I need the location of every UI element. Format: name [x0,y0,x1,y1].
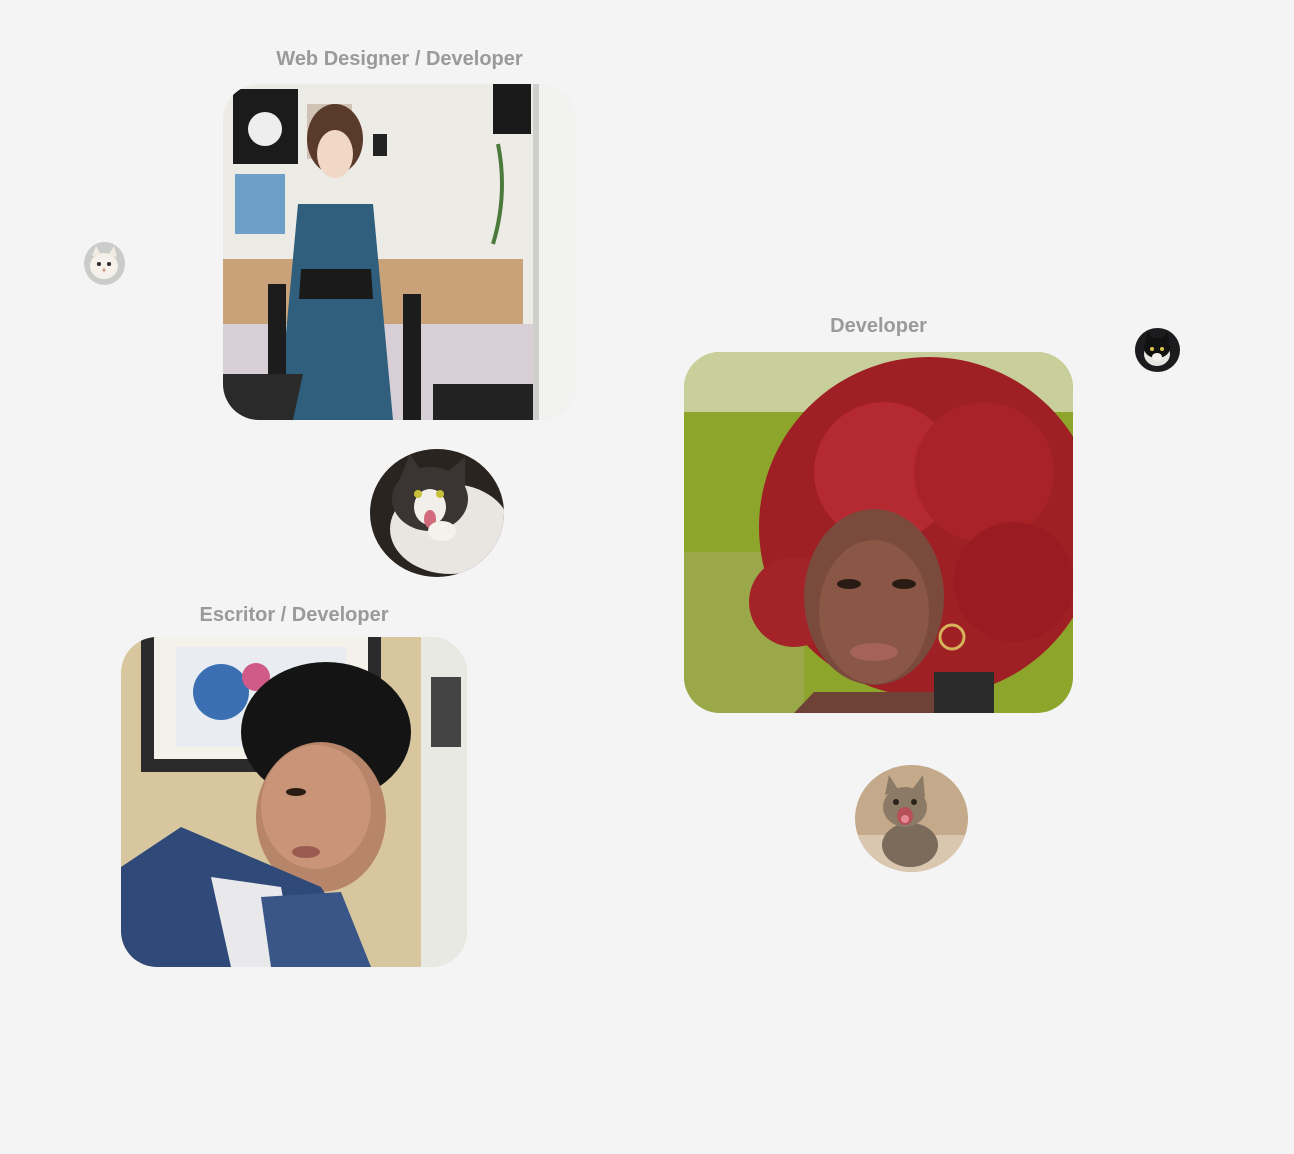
profile-role-developer: Developer [830,315,927,337]
cat-avatar-black-white [1135,328,1180,372]
profile-role-escritor: Escritor / Developer [199,604,389,626]
profile-photo-web-designer [223,84,576,420]
profile-role-web-designer: Web Designer / Developer [276,48,523,70]
profile-photo-escritor [121,637,467,967]
cat-avatar-kitten-yawning [855,765,968,872]
cat-avatar-licking [370,449,504,577]
cat-avatar-white [84,242,125,285]
profile-photo-developer [684,352,1073,713]
